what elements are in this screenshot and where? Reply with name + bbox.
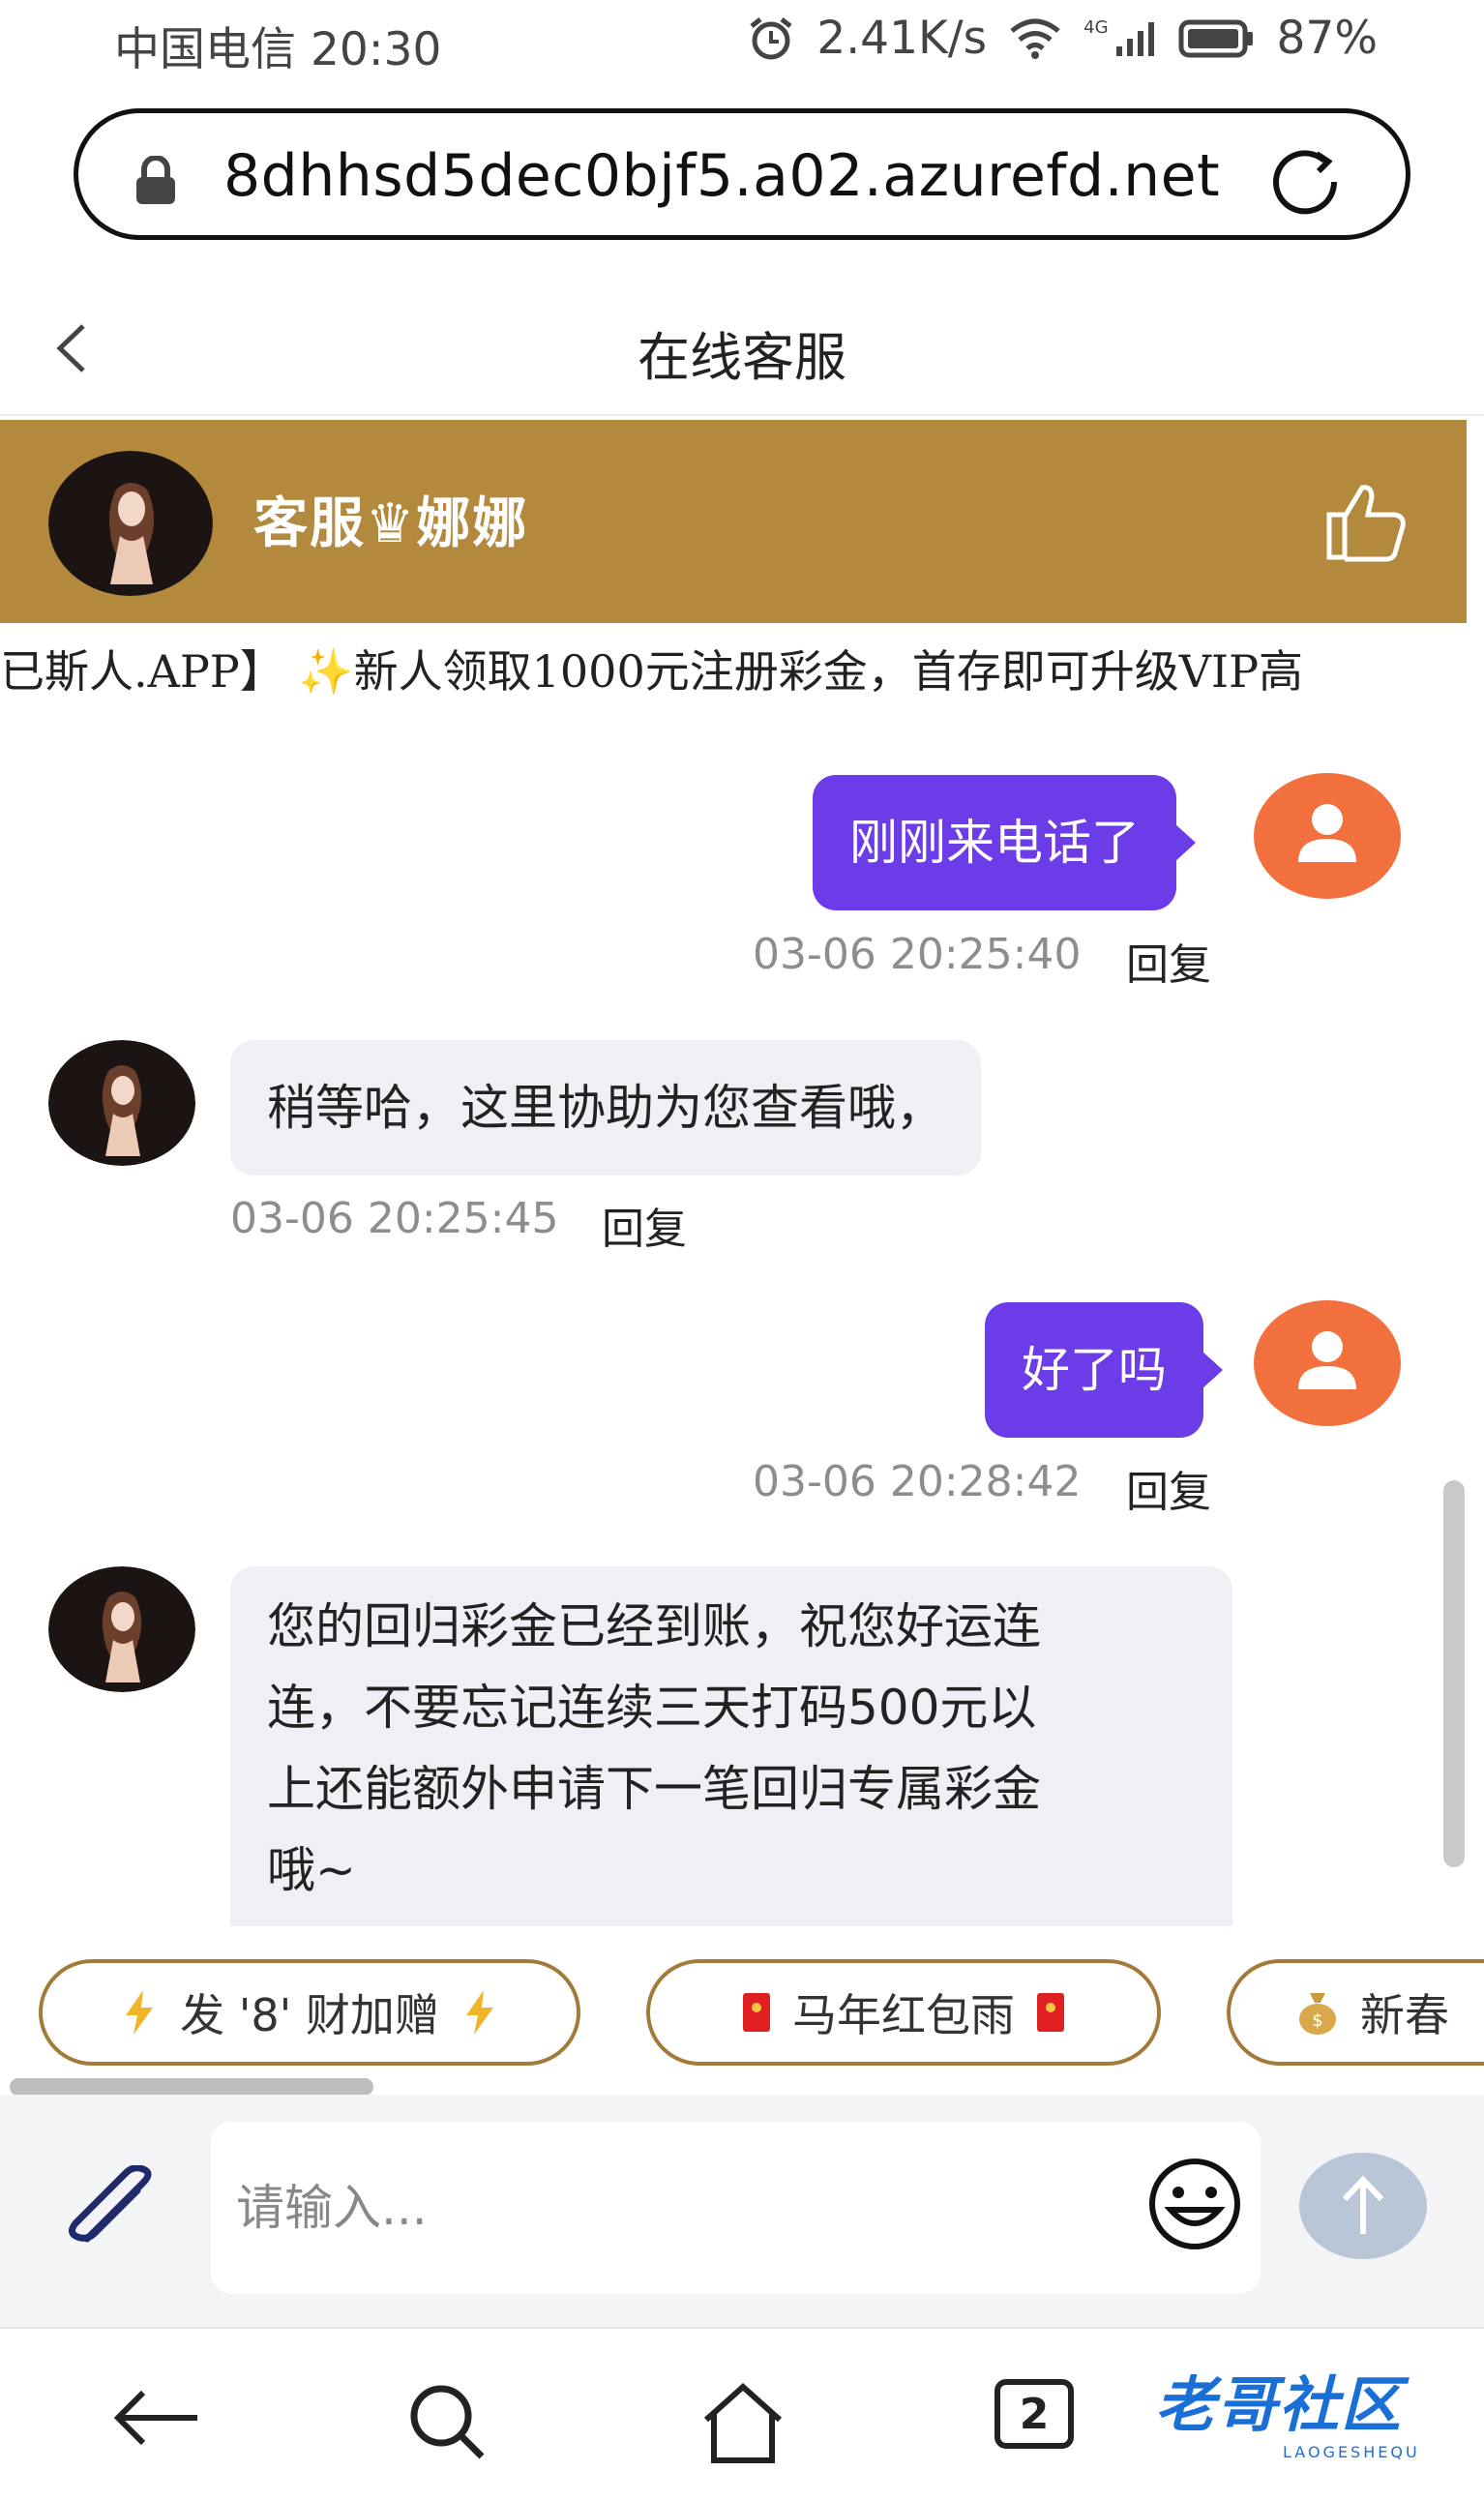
message-input[interactable] [236,2122,1107,2294]
user-avatar [1254,773,1401,899]
person-icon [1298,804,1356,862]
message-timestamp: 03-06 20:28:42 [753,1457,1082,1506]
watermark-subtitle: LAOGESHEQU [1283,2443,1420,2461]
alarm-icon [750,16,792,59]
quick-action-new-year[interactable]: $ 新春 [1227,1959,1484,2066]
page-title: 在线客服 [638,327,846,388]
message-line: 上还能额外申请下一笔回归专属彩金 [267,1761,1041,1817]
user-avatar [1254,1300,1401,1426]
person-icon [1298,1331,1356,1389]
paperclip-icon[interactable] [58,2165,164,2252]
lightning-icon [465,1990,493,2035]
status-icons: 2.41K/s 4G 87% [747,12,1378,65]
outgoing-message-bubble[interactable]: 好了吗 [985,1302,1223,1438]
network-speed: 2.41K/s [816,12,988,65]
agent-avatar [48,451,213,596]
send-button[interactable] [1299,2153,1427,2259]
carrier-time: 中国电信 20:30 [114,23,442,76]
agent-avatar [48,1040,195,1166]
thumbs-up-icon[interactable] [1321,480,1409,563]
back-arrow-icon[interactable] [108,2379,205,2456]
incoming-message-bubble[interactable]: 您的回归彩金已经到账，祝您好运连 连，不要忘记连续三天打码500元以 上还能额外… [230,1566,1232,1926]
incoming-message-bubble[interactable]: 稍等哈，这里协助为您查看哦， [230,1040,981,1176]
marquee-text: 已斯人.APP】 ✨新人领取1000元注册彩金，首存即可升级VIP高 [0,645,1304,698]
emoji-icon[interactable] [1142,2156,1248,2252]
watermark-logo: 老哥社区 [1155,2369,1404,2440]
wifi-icon [1010,18,1060,59]
outgoing-message-bubble[interactable]: 刚刚来电话了 [813,775,1196,910]
arrow-up-icon [1342,2175,1384,2234]
message-timestamp: 03-06 20:25:45 [230,1194,559,1243]
red-envelope-icon [1037,1993,1064,2032]
message-text: 稍等哈，这里协助为您查看哦， [267,1080,944,1136]
announcement-marquee: 已斯人.APP】 ✨新人领取1000元注册彩金，首存即可升级VIP高 [0,623,1467,705]
network-type: 4G [1083,17,1109,38]
message-line: 哦~ [267,1842,356,1898]
quick-action-label: 马年红包雨 [792,1989,1015,2041]
quick-action-fa8[interactable]: 发 '8' 财加赠 [39,1959,580,2066]
home-icon[interactable] [697,2379,789,2466]
reply-link[interactable]: 回复 [1126,930,1211,992]
message-text: 好了吗 [1022,1342,1167,1398]
quick-action-label: 新春 [1360,1989,1449,2041]
message-input-box[interactable] [211,2122,1261,2294]
tabs-button[interactable]: 2 [994,2379,1074,2449]
quick-action-red-envelope[interactable]: 马年红包雨 [646,1959,1161,2066]
status-bar: 中国电信 20:30 2.41K/s 4G 87% [0,0,1484,82]
agent-name: 客服♛娜娜 [253,492,529,555]
page-header: 在线客服 [0,285,1484,416]
quick-action-label: 发 '8' 财加赠 [180,1989,439,2041]
reply-link[interactable]: 回复 [1126,1457,1211,1519]
signal-icon [1115,21,1154,56]
battery-icon [1178,19,1253,57]
money-bag-icon: $ [1299,1993,1336,2035]
lightning-icon [126,1990,154,2035]
agent-banner: 客服♛娜娜 [0,420,1467,623]
svg-text:$: $ [1312,2010,1322,2031]
url-text[interactable]: 8dhhsd5dec0bjf5.a02.azurefd.net [223,142,1220,210]
reply-link[interactable]: 回复 [602,1194,687,1256]
chat-scrollbar[interactable] [1443,1480,1465,1867]
message-line: 连，不要忘记连续三天打码500元以 [267,1680,1037,1736]
search-icon[interactable] [402,2379,495,2462]
agent-avatar [48,1566,195,1692]
quick-actions-scrollbar[interactable] [10,2078,373,2096]
message-text: 刚刚来电话了 [849,815,1140,871]
message-line: 您的回归彩金已经到账，祝您好运连 [267,1598,1041,1654]
red-envelope-icon [743,1993,770,2032]
message-timestamp: 03-06 20:25:40 [753,930,1082,979]
address-bar[interactable]: 8dhhsd5dec0bjf5.a02.azurefd.net [74,108,1410,240]
battery-level: 87% [1276,12,1378,65]
lock-icon [136,156,175,204]
reload-icon[interactable] [1266,148,1353,216]
browser-nav-bar: 2 老哥社区 LAOGESHEQU [0,2327,1484,2501]
chat-area[interactable]: 刚刚来电话了 03-06 20:25:40 回复 稍等哈，这里协助为您查看哦， … [0,705,1443,1926]
